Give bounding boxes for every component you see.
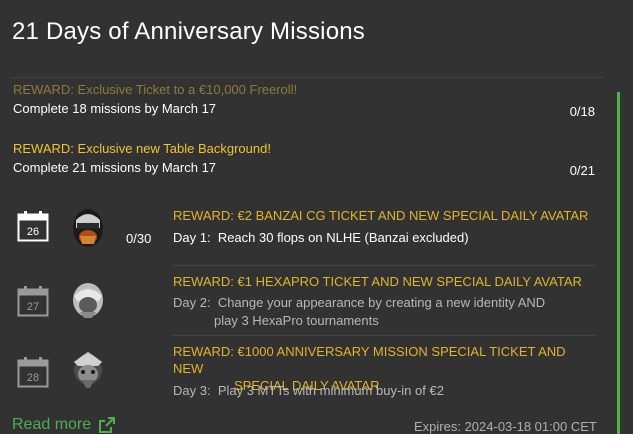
task-text: Play 3 MTTs with minimum buy-in of €2 <box>217 383 444 398</box>
task-text: Change your appearance by creating a new… <box>217 295 546 310</box>
milestone-row: REWARD: Exclusive new Table Background! … <box>13 141 598 178</box>
mission-reward: REWARD: €1 HEXAPRO TICKET AND NEW SPECIA… <box>173 274 582 289</box>
milestone-count: 0/21 <box>569 163 595 178</box>
expiry-text: Expires: 2024-03-18 01:00 CET <box>414 419 597 434</box>
read-more-label: Read more <box>12 416 92 433</box>
calendar-icon: 27 <box>17 286 49 317</box>
milestone-description: Complete 18 missions by March 17 <box>13 101 217 116</box>
external-link-icon <box>99 417 116 433</box>
avatar-icon <box>73 209 103 247</box>
divider <box>172 265 596 266</box>
calendar-day-number: 27 <box>27 301 39 313</box>
mission-task: Day 1: Reach 30 flops on NLHE (Banzai ex… <box>173 229 593 247</box>
mission-progress: 0/30 <box>126 231 152 246</box>
read-more-link[interactable]: Read more <box>12 416 116 434</box>
mission-row-day-27[interactable]: 27 REWARD: €1 HEXAPRO TICKET AND NEW SPE… <box>10 268 598 334</box>
mission-task: Day 2: Change your appearance by creatin… <box>173 294 593 330</box>
divider <box>172 335 596 336</box>
milestone-row: REWARD: Exclusive Ticket to a €10,000 Fr… <box>13 82 598 119</box>
milestone-reward: REWARD: Exclusive Ticket to a €10,000 Fr… <box>13 82 298 97</box>
mission-reward-line1: REWARD: €1000 ANNIVERSARY MISSION SPECIA… <box>173 344 566 376</box>
calendar-icon: 26 <box>17 211 49 242</box>
task-text-continued: play 3 HexaPro tournaments <box>214 313 379 328</box>
mission-reward: REWARD: €2 BANZAI CG TICKET AND NEW SPEC… <box>173 208 589 223</box>
task-day-prefix: Day 2: <box>173 295 211 310</box>
scrollbar[interactable] <box>617 92 620 434</box>
mission-row-day-26[interactable]: 26 0/30 REWARD: €2 BANZAI CG TICKET AND … <box>10 198 598 264</box>
calendar-day-number: 28 <box>27 372 39 384</box>
milestone-description: Complete 21 missions by March 17 <box>13 160 217 175</box>
mission-task: Day 3: Play 3 MTTs with minimum buy-in o… <box>173 382 593 400</box>
task-day-prefix: Day 3: <box>173 383 211 398</box>
milestone-count: 0/18 <box>569 104 595 119</box>
page-title: 21 Days of Anniversary Missions <box>12 18 366 45</box>
avatar-icon <box>74 352 102 388</box>
task-text: Reach 30 flops on NLHE (Banzai excluded) <box>217 230 469 245</box>
mission-row-day-28[interactable]: 28 REWARD: €1000 ANNIVERSARY MISSION SPE… <box>10 338 598 404</box>
calendar-icon: 28 <box>17 357 49 388</box>
calendar-day-number: 26 <box>27 226 39 238</box>
divider <box>10 77 604 78</box>
milestone-reward: REWARD: Exclusive new Table Background! <box>13 141 271 156</box>
task-day-prefix: Day 1: <box>173 230 211 245</box>
avatar-icon <box>73 283 103 318</box>
